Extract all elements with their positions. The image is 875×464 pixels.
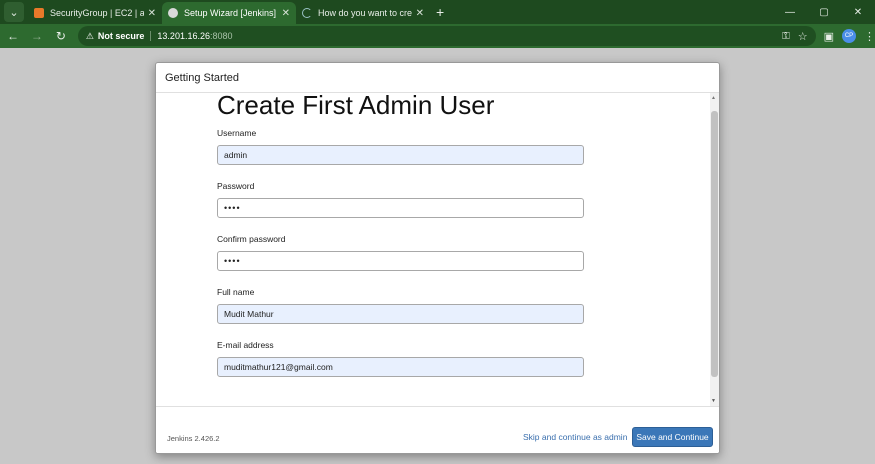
warning-icon[interactable]: ⚠ — [86, 31, 94, 42]
profile-avatar[interactable]: CP — [842, 29, 857, 43]
url-host: 13.201.16.26 — [157, 31, 210, 41]
tab-strip: ⌄ SecurityGroup | EC2 | ap-south ✕ Setup… — [0, 0, 875, 24]
tab-title: Setup Wizard [Jenkins] — [184, 8, 277, 18]
setup-wizard-dialog: Getting Started Create First Admin User … — [155, 62, 720, 454]
tab-title: SecurityGroup | EC2 | ap-south — [50, 8, 144, 18]
confirm-password-field-group: Confirm password •••• — [217, 234, 585, 271]
jenkins-version: Jenkins 2.426.2 — [167, 434, 220, 443]
window-controls: — ▢ ✕ — [773, 0, 875, 24]
maximize-icon[interactable]: ▢ — [807, 0, 841, 24]
confirm-password-input[interactable]: •••• — [217, 251, 584, 271]
url-port: :8080 — [209, 31, 233, 41]
scrollbar-thumb[interactable] — [711, 111, 718, 377]
full-name-input[interactable] — [217, 304, 584, 324]
password-field-group: Password •••• — [217, 181, 585, 218]
save-and-continue-button[interactable]: Save and Continue — [632, 427, 713, 447]
username-field-group: Username — [217, 128, 585, 165]
dialog-title: Getting Started — [165, 71, 239, 84]
scroll-down-icon[interactable]: ▼ — [711, 398, 716, 404]
tab-title: How do you want to create yo — [318, 8, 412, 18]
forward-arrow-icon[interactable]: → — [26, 25, 48, 47]
key-icon[interactable]: ⚿ — [782, 31, 790, 42]
aws-favicon-icon — [34, 8, 44, 18]
email-field-group: E-mail address — [217, 340, 585, 377]
browser-toolbar: ← → ↻ ⚠ Not secure 13.201.16.26:8080 ⚿ ☆… — [0, 24, 875, 48]
password-label: Password — [217, 181, 255, 191]
confirm-password-mask: •••• — [224, 256, 241, 266]
tab-securitygroup[interactable]: SecurityGroup | EC2 | ap-south ✕ — [28, 2, 162, 24]
skip-continue-link[interactable]: Skip and continue as admin — [523, 432, 627, 442]
spinner-favicon-icon — [302, 8, 312, 18]
dialog-header: Getting Started — [156, 63, 719, 93]
bookmark-star-icon[interactable]: ☆ — [798, 30, 808, 43]
tab-setup-wizard[interactable]: Setup Wizard [Jenkins] ✕ — [162, 2, 296, 24]
more-menu-icon[interactable]: ⋮ — [864, 30, 875, 43]
full-name-field-group: Full name — [217, 287, 585, 324]
username-label: Username — [217, 128, 257, 138]
minimize-icon[interactable]: — — [773, 0, 807, 24]
close-icon[interactable]: ✕ — [148, 8, 156, 19]
password-mask: •••• — [224, 203, 241, 213]
close-icon[interactable]: ✕ — [282, 8, 290, 19]
chevron-down-icon: ⌄ — [9, 6, 19, 19]
toolbar-right: ▣ CP ⋮ — [824, 29, 875, 43]
password-input[interactable]: •••• — [217, 198, 584, 218]
email-input[interactable] — [217, 357, 584, 377]
not-secure-label[interactable]: Not secure — [98, 31, 152, 41]
username-input[interactable] — [217, 145, 584, 165]
admin-user-form: Create First Admin User Username Passwor… — [217, 93, 585, 377]
confirm-password-label: Confirm password — [217, 234, 286, 244]
address-bar[interactable]: ⚠ Not secure 13.201.16.26:8080 ⚿ ☆ — [77, 26, 816, 46]
tab-how-to-create[interactable]: How do you want to create yo ✕ — [296, 2, 430, 24]
back-arrow-icon[interactable]: ← — [2, 25, 24, 47]
dialog-scrollbar[interactable]: ▲ ▼ — [710, 93, 719, 406]
side-panel-icon[interactable]: ▣ — [824, 30, 834, 43]
reload-icon[interactable]: ↻ — [50, 25, 72, 47]
dialog-footer: Jenkins 2.426.2 Skip and continue as adm… — [156, 406, 719, 453]
full-name-label: Full name — [217, 287, 255, 297]
tab-search-button[interactable]: ⌄ — [4, 2, 24, 22]
scroll-up-icon[interactable]: ▲ — [711, 95, 716, 101]
jenkins-favicon-icon — [168, 8, 178, 18]
dialog-body: Create First Admin User Username Passwor… — [156, 93, 719, 406]
page-title: Create First Admin User — [217, 93, 495, 120]
close-icon[interactable]: ✕ — [416, 8, 424, 19]
close-window-icon[interactable]: ✕ — [841, 0, 875, 24]
email-label: E-mail address — [217, 340, 274, 350]
new-tab-button[interactable]: + — [436, 4, 444, 20]
